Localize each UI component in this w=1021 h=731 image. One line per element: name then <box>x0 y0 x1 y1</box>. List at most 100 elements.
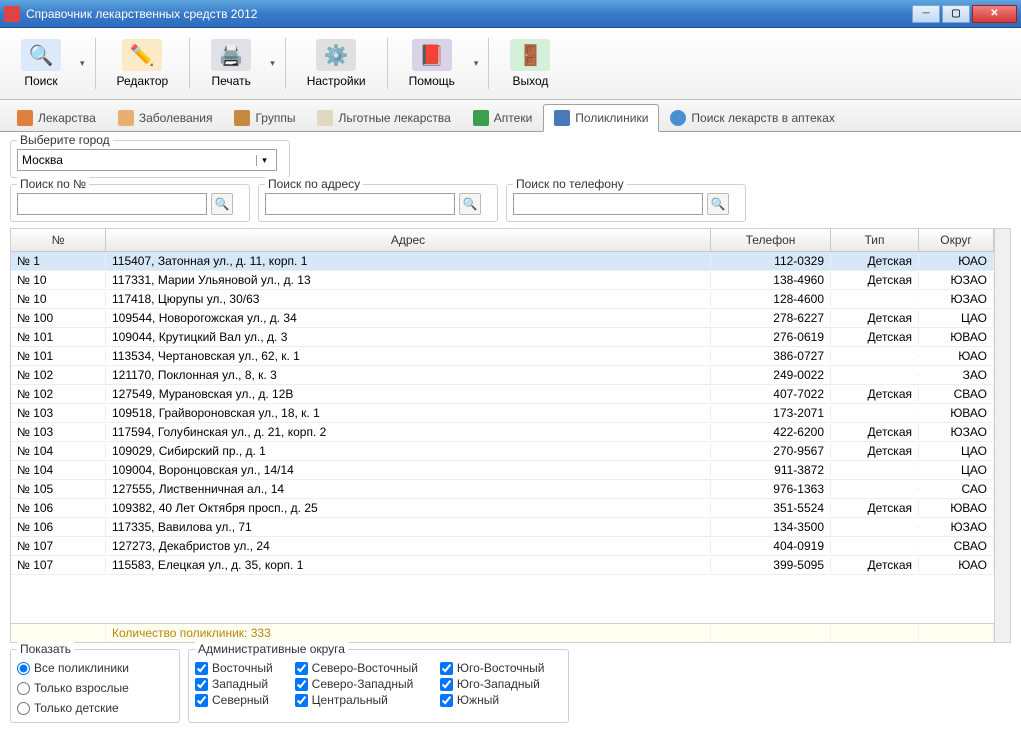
cell-type <box>831 298 919 300</box>
minimize-button[interactable]: ─ <box>912 5 940 23</box>
chk-sw-input[interactable] <box>440 678 453 691</box>
close-button[interactable]: ✕ <box>972 5 1017 23</box>
toolbar-exit-button[interactable]: 🚪 Выход <box>497 34 563 93</box>
tab-groups[interactable]: Группы <box>223 104 306 131</box>
chk-ne-input[interactable] <box>295 662 308 675</box>
chk-north[interactable]: Северный <box>195 692 273 708</box>
city-combo[interactable]: Москва ▾ <box>17 149 277 171</box>
radio-kids-input[interactable] <box>17 702 30 715</box>
radio-kids[interactable]: Только детские <box>17 700 119 716</box>
bottom-filters: Показать Все поликлиники Только взрослые… <box>10 649 1011 723</box>
table-row[interactable]: № 101113534, Чертановская ул., 62, к. 13… <box>11 347 994 366</box>
cell-type: Детская <box>831 500 919 516</box>
search-by-tel-button[interactable]: 🔍 <box>707 193 729 215</box>
chk-center-input[interactable] <box>295 694 308 707</box>
col-header-addr[interactable]: Адрес <box>106 229 711 251</box>
chk-east-input[interactable] <box>195 662 208 675</box>
cell-no: № 102 <box>11 367 106 383</box>
table-row[interactable]: № 104109004, Воронцовская ул., 14/14911-… <box>11 461 994 480</box>
search-by-no-input[interactable] <box>17 193 207 215</box>
col-header-type[interactable]: Тип <box>831 229 919 251</box>
tab-clinics[interactable]: Поликлиники <box>543 104 659 132</box>
tab-benefit-meds[interactable]: Льготные лекарства <box>306 104 461 131</box>
chk-east[interactable]: Восточный <box>195 660 273 676</box>
cell-type <box>831 412 919 414</box>
cell-addr: 127549, Мурановская ул., д. 12В <box>106 386 711 402</box>
tab-medicines[interactable]: Лекарства <box>6 104 107 131</box>
toolbar-print-dropdown[interactable]: ▾ <box>268 34 277 93</box>
vertical-scrollbar[interactable] <box>994 229 1010 642</box>
search-by-addr-input[interactable] <box>265 193 455 215</box>
cell-addr: 115583, Елецкая ул., д. 35, корп. 1 <box>106 557 711 573</box>
cell-no: № 104 <box>11 443 106 459</box>
col-header-okr[interactable]: Округ <box>919 229 994 251</box>
toolbar-editor-button[interactable]: ✏️ Редактор <box>104 34 182 93</box>
radio-all-input[interactable] <box>17 662 30 675</box>
search-icon: 🔍 <box>215 197 230 211</box>
chevron-down-icon[interactable]: ▾ <box>256 155 272 166</box>
table-row[interactable]: № 103117594, Голубинская ул., д. 21, кор… <box>11 423 994 442</box>
table-row[interactable]: № 102121170, Поклонная ул., 8, к. 3249-0… <box>11 366 994 385</box>
search-icon: 🔍 <box>21 39 61 71</box>
chk-ne[interactable]: Северо-Восточный <box>295 660 418 676</box>
table-body[interactable]: № 1115407, Затонная ул., д. 11, корп. 11… <box>11 252 994 623</box>
toolbar-help-dropdown[interactable]: ▾ <box>472 34 481 93</box>
search-by-addr-button[interactable]: 🔍 <box>459 193 481 215</box>
search-by-addr-label: Поиск по адресу <box>265 177 363 191</box>
col-header-no[interactable]: № <box>11 229 106 251</box>
chk-west-input[interactable] <box>195 678 208 691</box>
cell-okr: ЮЗАО <box>919 291 994 307</box>
toolbar-separator <box>488 38 489 89</box>
cell-okr: ЦАО <box>919 310 994 326</box>
chk-north-input[interactable] <box>195 694 208 707</box>
toolbar-search-button[interactable]: 🔍 Поиск <box>8 34 74 93</box>
col-header-tel[interactable]: Телефон <box>711 229 831 251</box>
main-toolbar: 🔍 Поиск ▾ ✏️ Редактор 🖨️ Печать ▾ ⚙️ Нас… <box>0 28 1021 100</box>
toolbar-help-label: Помощь <box>409 74 455 88</box>
table-row[interactable]: № 106109382, 40 Лет Октября просп., д. 2… <box>11 499 994 518</box>
table-row[interactable]: № 105127555, Лиственничная ал., 14976-13… <box>11 480 994 499</box>
cell-addr: 117594, Голубинская ул., д. 21, корп. 2 <box>106 424 711 440</box>
table-row[interactable]: № 10117331, Марии Ульяновой ул., д. 1313… <box>11 271 994 290</box>
radio-all[interactable]: Все поликлиники <box>17 660 129 676</box>
chk-south[interactable]: Южный <box>440 692 545 708</box>
search-by-no-button[interactable]: 🔍 <box>211 193 233 215</box>
toolbar-settings-button[interactable]: ⚙️ Настройки <box>294 34 379 93</box>
table-row[interactable]: № 1115407, Затонная ул., д. 11, корп. 11… <box>11 252 994 271</box>
toolbar-print-button[interactable]: 🖨️ Печать <box>198 34 264 93</box>
chk-se[interactable]: Юго-Восточный <box>440 660 545 676</box>
chk-south-input[interactable] <box>440 694 453 707</box>
cell-tel: 134-3500 <box>711 519 831 535</box>
window-titlebar: Справочник лекарственных средств 2012 ─ … <box>0 0 1021 28</box>
chk-west[interactable]: Западный <box>195 676 273 692</box>
radio-adult[interactable]: Только взрослые <box>17 680 129 696</box>
chk-sw[interactable]: Юго-Западный <box>440 676 545 692</box>
printer-icon: 🖨️ <box>211 39 251 71</box>
cell-type: Детская <box>831 443 919 459</box>
chk-nw[interactable]: Северо-Западный <box>295 676 418 692</box>
tab-pharmacies[interactable]: Аптеки <box>462 104 544 131</box>
chk-se-input[interactable] <box>440 662 453 675</box>
maximize-button[interactable]: ▢ <box>942 5 970 23</box>
toolbar-search-dropdown[interactable]: ▾ <box>78 34 87 93</box>
radio-adult-input[interactable] <box>17 682 30 695</box>
table-row[interactable]: № 107115583, Елецкая ул., д. 35, корп. 1… <box>11 556 994 575</box>
table-row[interactable]: № 102127549, Мурановская ул., д. 12В407-… <box>11 385 994 404</box>
search-by-tel-input[interactable] <box>513 193 703 215</box>
window-title: Справочник лекарственных средств 2012 <box>26 7 912 21</box>
table-row[interactable]: № 107127273, Декабристов ул., 24404-0919… <box>11 537 994 556</box>
tab-search-pharm[interactable]: Поиск лекарств в аптеках <box>659 104 845 131</box>
table-row[interactable]: № 100109544, Новорогожская ул., д. 34278… <box>11 309 994 328</box>
cell-no: № 101 <box>11 348 106 364</box>
show-filter-group: Показать Все поликлиники Только взрослые… <box>10 649 180 723</box>
table-row[interactable]: № 104109029, Сибирский пр., д. 1270-9567… <box>11 442 994 461</box>
chk-nw-input[interactable] <box>295 678 308 691</box>
cell-okr: ЮВАО <box>919 500 994 516</box>
table-row[interactable]: № 106117335, Вавилова ул., 71134-3500ЮЗА… <box>11 518 994 537</box>
table-row[interactable]: № 101109044, Крутицкий Вал ул., д. 3276-… <box>11 328 994 347</box>
tab-diseases[interactable]: Заболевания <box>107 104 224 131</box>
table-row[interactable]: № 10117418, Цюрупы ул., 30/63128-4600ЮЗА… <box>11 290 994 309</box>
chk-center[interactable]: Центральный <box>295 692 418 708</box>
toolbar-help-button[interactable]: 📕 Помощь <box>396 34 468 93</box>
table-row[interactable]: № 103109518, Грайвороновская ул., 18, к.… <box>11 404 994 423</box>
